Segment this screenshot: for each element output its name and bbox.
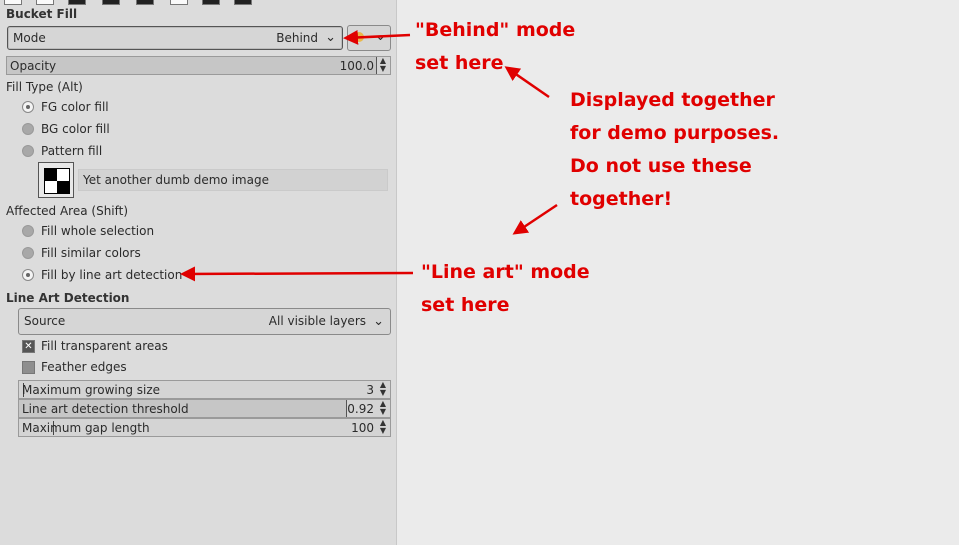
annotation-arrows (180, 29, 558, 282)
arrow-to-lineart (180, 266, 414, 282)
arrow-demo-down (512, 203, 558, 235)
arrow-demo-up (504, 66, 550, 99)
arrow-to-mode (343, 29, 411, 45)
